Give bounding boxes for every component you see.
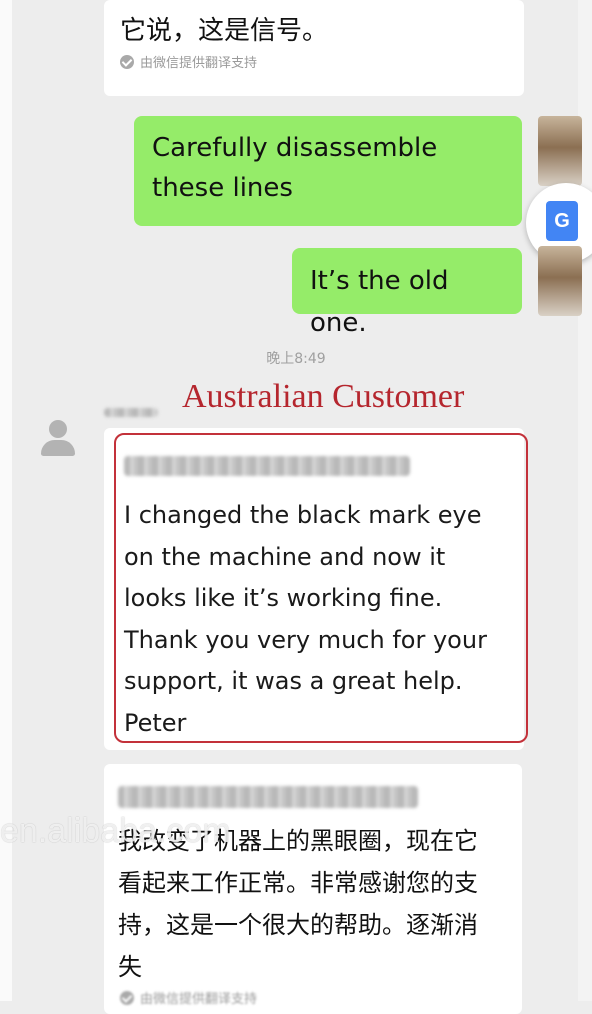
translation-note-text: 由微信提供翻译支持 — [140, 56, 258, 71]
contact-avatar[interactable] — [30, 410, 86, 466]
greeting-blurred — [118, 786, 418, 808]
translation-note-text: 由微信提供翻译支持 — [140, 992, 258, 1007]
incoming-message-translated[interactable]: 它说，这是信号。 由微信提供翻译支持 — [104, 0, 524, 96]
highlight-box — [114, 433, 528, 743]
check-circle-icon — [120, 990, 134, 1005]
message-line: 失 — [118, 953, 142, 981]
watermark: en.alibaba.com — [0, 812, 231, 850]
avatar-body — [41, 440, 75, 456]
message-timestamp: 晚上8:49 — [266, 351, 326, 367]
translation-note: 由微信提供翻译支持 — [120, 988, 257, 1007]
sender-avatar[interactable] — [538, 116, 582, 186]
message-text: Carefully disassemble these lines — [152, 133, 438, 203]
google-translate-icon: G — [546, 201, 578, 241]
message-text: 它说，这是信号。 — [120, 16, 329, 46]
customer-label: Australian Customer — [182, 378, 465, 415]
message-line: 看起来工作正常。非常感谢您的支 — [118, 869, 478, 897]
check-circle-icon — [120, 54, 134, 69]
translation-note: 由微信提供翻译支持 — [120, 52, 508, 71]
outgoing-message[interactable]: Carefully disassemble these lines — [134, 116, 522, 226]
contact-name-blurred — [104, 408, 158, 417]
message-text: It’s the old one. — [310, 266, 449, 338]
outgoing-message[interactable]: It’s the old one. — [292, 248, 522, 338]
sender-avatar[interactable] — [538, 246, 582, 316]
avatar-head — [49, 420, 67, 438]
message-line: 持，这是一个很大的帮助。逐渐消 — [118, 911, 478, 939]
